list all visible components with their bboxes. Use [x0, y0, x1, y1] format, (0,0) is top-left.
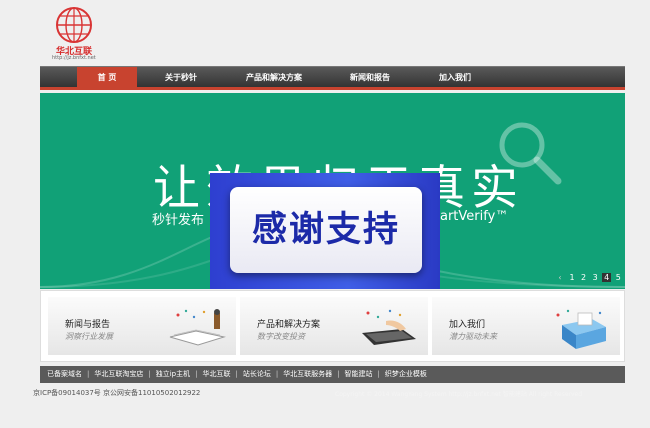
- banner-subtitle: 秒针发布: [152, 213, 205, 228]
- feature-card-news[interactable]: 新闻与报告 洞察行业发展: [48, 297, 236, 355]
- footer-link-template[interactable]: 织梦企业模板: [385, 370, 427, 378]
- slide-pager: ‹ 1 2 3 4 5 ›: [555, 273, 625, 282]
- pager-page-4[interactable]: 4: [602, 273, 612, 282]
- main-nav: 首 页 关于秒针 产品和解决方案 新闻和报告 加入我们: [40, 66, 625, 88]
- nav-item-home[interactable]: 首 页: [77, 67, 137, 88]
- footer-link-taobao[interactable]: 华北互联淘宝店: [94, 370, 143, 378]
- pager-page-1[interactable]: 1: [568, 273, 577, 282]
- footer-link-huabei[interactable]: 华北互联: [202, 370, 230, 378]
- icp-record: 京ICP备09014037号 京公网安备11010502012922: [33, 389, 201, 397]
- thanks-card: 感谢支持: [230, 187, 422, 273]
- footer-link-server[interactable]: 华北互联服务器: [283, 370, 332, 378]
- nav-item-news[interactable]: 新闻和报告: [340, 67, 400, 88]
- folder-icon: [556, 309, 606, 349]
- nav-item-join[interactable]: 加入我们: [428, 67, 482, 88]
- feature-title: 新闻与报告: [65, 320, 111, 330]
- globe-icon: [56, 7, 92, 43]
- footer-link-ip-host[interactable]: 独立ip主机: [156, 370, 190, 378]
- feature-title: 加入我们: [449, 320, 486, 330]
- feature-card-products[interactable]: 产品和解决方案 数字改变投资: [240, 297, 428, 355]
- pager-page-3[interactable]: 3: [591, 273, 600, 282]
- feature-desc: 洞察行业发展: [65, 332, 113, 341]
- thanks-overlay: 感谢支持: [210, 173, 440, 289]
- feature-card-join[interactable]: 加入我们 潜力驱动未来: [432, 297, 620, 355]
- book-icon: [169, 309, 226, 346]
- hero-banner[interactable]: 让效果归于真实 秒针发布 artVerify™ 感谢支持 ‹ 1 2 3 4 5…: [40, 93, 625, 289]
- nav-accent-bar: [40, 87, 625, 90]
- pager-prev-icon[interactable]: ‹: [555, 273, 565, 282]
- keyboard-icon: [362, 309, 416, 345]
- feature-desc: 潜力驱动未来: [449, 332, 497, 341]
- footer-link-builder[interactable]: 智能建站: [345, 370, 373, 378]
- copyright-text: Copyright © 2014 WangYang System http://…: [335, 391, 583, 398]
- pager-page-2[interactable]: 2: [579, 273, 588, 282]
- footer-links: 已备案域名 | 华北互联淘宝店 | 独立ip主机 | 华北互联 | 站长论坛 | 华北互联服务器 | 智…: [40, 366, 625, 383]
- pager-page-5[interactable]: 5: [614, 273, 623, 282]
- feature-title: 产品和解决方案: [257, 320, 321, 330]
- feature-section: 新闻与报告 洞察行业发展 产品和解决方案 数字改变投资 加入我们 潜力驱动未来: [40, 290, 625, 362]
- nav-item-products[interactable]: 产品和解决方案: [236, 67, 312, 88]
- feature-desc: 数字改变投资: [257, 332, 305, 341]
- nav-item-about[interactable]: 关于秒针: [153, 67, 209, 88]
- site-logo[interactable]: 华北互联 http://jz.bnfxt.net: [48, 6, 110, 62]
- footer-link-forum[interactable]: 站长论坛: [243, 370, 271, 378]
- thanks-text: 感谢支持: [251, 210, 400, 250]
- banner-brand: artVerify™: [440, 209, 509, 224]
- footer-link-domain[interactable]: 已备案域名: [47, 370, 82, 378]
- logo-domain: http://jz.bnfxt.net: [52, 55, 96, 61]
